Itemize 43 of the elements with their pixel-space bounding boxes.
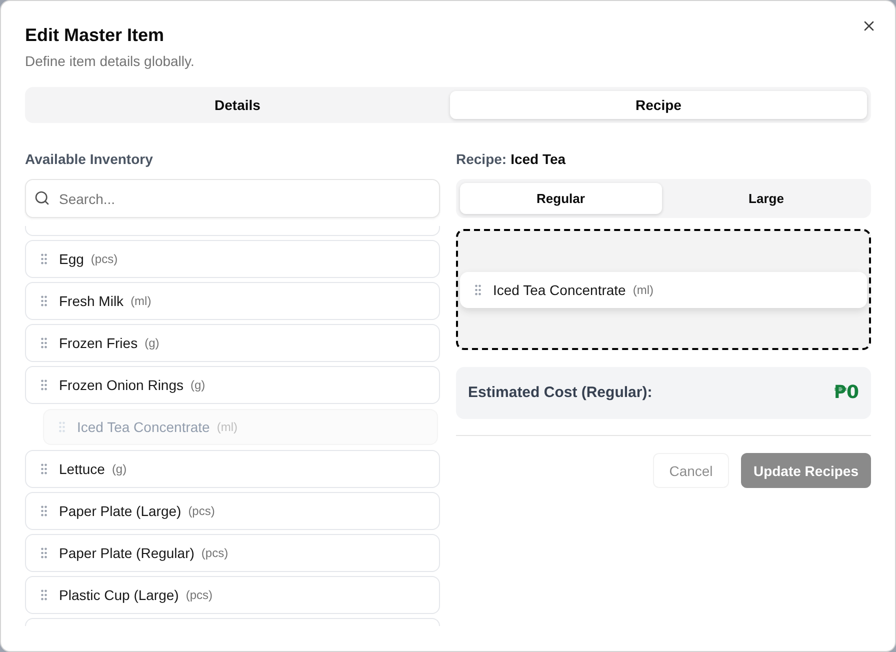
- item-unit: (pcs): [90, 251, 118, 267]
- item-name: Plastic Cup (Large): [59, 586, 179, 605]
- item-name: Iced Tea Concentrate: [77, 418, 210, 437]
- size-tab[interactable]: Large: [666, 183, 867, 214]
- item-unit: (ml): [632, 282, 654, 298]
- item-name: Paper Plate (Large): [59, 502, 182, 521]
- item-unit: (g): [112, 461, 127, 477]
- item-name: Egg: [59, 250, 84, 269]
- item-name: Fresh Milk: [59, 292, 124, 311]
- item-unit: (ml): [216, 419, 238, 435]
- search-icon: [34, 190, 50, 206]
- inventory-item[interactable]: Paper Plate (Large) (pcs): [25, 492, 440, 530]
- item-unit: (pcs): [186, 587, 212, 603]
- recipe-label: Recipe:: [456, 150, 507, 169]
- item-name: Paper Plate (Regular): [59, 544, 194, 563]
- cost-value: ₱0: [834, 381, 859, 405]
- item-name: Iced Tea Concentrate: [493, 280, 626, 300]
- recipe-ingredient[interactable]: Iced Tea Concentrate (ml): [460, 272, 867, 308]
- inventory-item[interactable]: Paper Plate (Regular) (pcs): [25, 534, 440, 572]
- item-name: Frozen Fries: [59, 334, 138, 353]
- tab[interactable]: Details: [29, 91, 446, 119]
- item-unit: (g): [190, 377, 206, 393]
- size-tab[interactable]: Regular: [460, 183, 662, 214]
- cost-label: Estimated Cost (Regular):: [468, 382, 652, 403]
- inventory-item[interactable]: Egg (pcs): [25, 240, 440, 278]
- item-unit: (g): [144, 335, 160, 351]
- inventory-heading: Available Inventory: [25, 150, 153, 169]
- tab[interactable]: Recipe: [450, 91, 867, 119]
- item-unit: (pcs): [188, 503, 215, 519]
- inventory-item[interactable]: Plastic Cup (Large) (pcs): [25, 576, 440, 614]
- inventory-item[interactable]: Lettuce (g): [25, 450, 440, 488]
- drop-zone[interactable]: Iced Tea Concentrate (ml): [456, 229, 871, 350]
- inventory-item[interactable]: Fresh Milk (ml): [25, 282, 440, 320]
- search-field[interactable]: Search...: [25, 179, 440, 218]
- item-name: Lettuce: [59, 460, 105, 479]
- inventory-item[interactable]: Frozen Fries (g): [25, 324, 440, 362]
- item-unit: (ml): [130, 293, 152, 309]
- item-name: Frozen Onion Rings: [59, 376, 184, 395]
- dialog-description: Define item details globally.: [25, 52, 194, 71]
- item-unit: (pcs): [201, 545, 228, 561]
- recipe-name: Iced Tea: [510, 150, 566, 169]
- dialog-title: Edit Master Item: [25, 24, 164, 47]
- inventory-item[interactable]: Frozen Onion Rings (g): [25, 366, 440, 404]
